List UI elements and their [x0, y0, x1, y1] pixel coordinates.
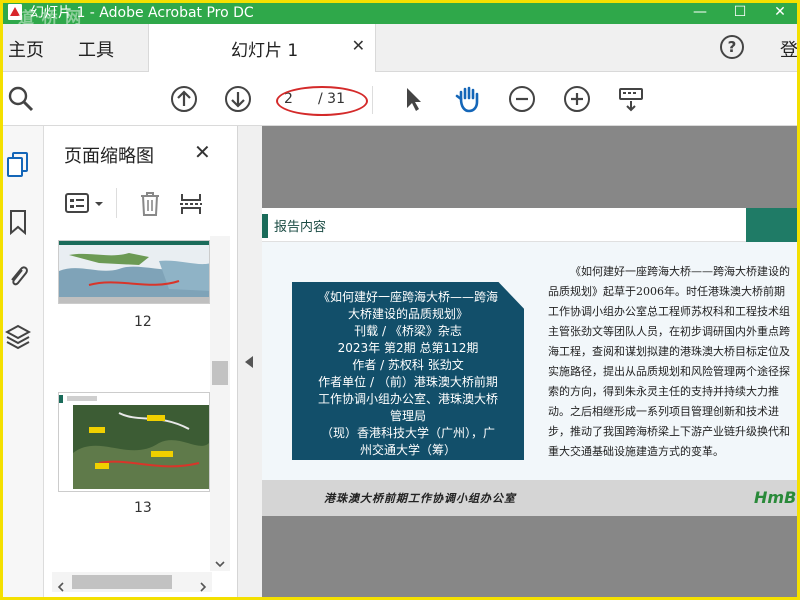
card-line: 大桥建设的品质规划》	[347, 307, 468, 321]
footer-organization: 港珠澳大桥前期工作协调小组办公室	[324, 492, 516, 505]
left-navigation-rail	[0, 126, 44, 600]
page-thumbnails-icon[interactable]	[4, 150, 32, 178]
panel-toolbar	[44, 182, 238, 226]
toolbar: 2 / 31	[0, 72, 800, 126]
card-line: 作者单位 / （前）港珠澳大桥前期	[318, 375, 498, 389]
card-line: 《如何建好一座跨海大桥——跨海	[317, 290, 498, 304]
card-line: 管理局	[389, 409, 426, 423]
select-tool-icon[interactable]	[398, 84, 428, 114]
page-total: / 31	[318, 91, 345, 107]
scroll-down-arrow-icon[interactable]	[215, 554, 225, 573]
title-bar: 幻灯片 1 - Adobe Acrobat Pro DC 道 桥 网 — ☐ ✕	[0, 0, 800, 27]
page-number-input[interactable]: 2	[284, 89, 312, 109]
card-line: 刊载 / 《桥梁》杂志	[354, 324, 462, 338]
delete-page-icon[interactable]	[138, 190, 162, 222]
thumbnail-page-number: 13	[134, 500, 152, 516]
card-line: 工作协调小组办公室、港珠澳大桥	[317, 392, 498, 406]
maximize-button[interactable]: ☐	[720, 0, 760, 24]
sign-in-button[interactable]: 登	[780, 36, 798, 62]
document-viewer[interactable]: 报告内容 《如何建好一座跨海大桥——跨海 大桥建设的品质规划》 刊载 / 《桥梁…	[262, 126, 800, 600]
prev-page-icon[interactable]	[169, 84, 199, 114]
card-line: 州交通大学（筹）	[359, 443, 456, 457]
horizontal-scroll-thumb[interactable]	[72, 575, 172, 589]
footer-logo: HmB	[754, 488, 797, 507]
help-icon[interactable]: ?	[720, 35, 744, 59]
panel-divider	[116, 188, 117, 218]
thumbnail-vertical-scrollbar[interactable]	[210, 236, 230, 571]
panel-collapse-handle[interactable]	[238, 126, 262, 600]
tab-home[interactable]: 主页	[8, 36, 44, 62]
next-page-icon[interactable]	[223, 84, 253, 114]
thumbnail-page-12[interactable]	[58, 240, 210, 304]
collapse-arrow-icon	[245, 356, 253, 368]
publication-card: 《如何建好一座跨海大桥——跨海 大桥建设的品质规划》 刊载 / 《桥梁》杂志 2…	[292, 282, 524, 460]
thumbnail-horizontal-scrollbar[interactable]	[52, 572, 212, 592]
scroll-right-arrow-icon[interactable]	[198, 577, 208, 596]
hand-tool-icon[interactable]	[453, 84, 483, 114]
bookmark-icon[interactable]	[4, 208, 32, 236]
slide-section-label: 报告内容	[274, 220, 327, 235]
close-panel-button[interactable]: ✕	[194, 140, 211, 164]
tab-tools[interactable]: 工具	[78, 36, 114, 62]
slide-page: 报告内容 《如何建好一座跨海大桥——跨海 大桥建设的品质规划》 刊载 / 《桥梁…	[262, 208, 800, 516]
search-icon[interactable]	[6, 84, 36, 114]
extract-pages-icon[interactable]	[178, 190, 204, 222]
card-line: （现）香港科技大学（广州），广	[320, 426, 495, 440]
window-controls: — ☐ ✕	[680, 0, 800, 24]
tab-bar: 主页 工具 幻灯片 1 ✕ ? 登	[0, 24, 800, 72]
slide-description: 《如何建好一座跨海大桥——跨海大桥建设的品质规划》起草于2006年。时任港珠澳大…	[548, 265, 790, 458]
minimize-button[interactable]: —	[680, 0, 720, 24]
slide-header: 报告内容	[262, 208, 800, 242]
attachment-icon[interactable]	[4, 262, 32, 290]
layers-icon[interactable]	[4, 322, 32, 350]
vertical-scroll-thumb[interactable]	[212, 361, 228, 385]
thumbnail-page-number: 12	[134, 314, 152, 330]
thumbnail-options-icon[interactable]	[64, 192, 108, 220]
scroll-left-arrow-icon[interactable]	[56, 577, 66, 596]
panel-title: 页面缩略图	[64, 146, 154, 167]
slide-body: 《如何建好一座跨海大桥——跨海 大桥建设的品质规划》 刊载 / 《桥梁》杂志 2…	[262, 242, 800, 480]
keyboard-tools-icon[interactable]	[616, 84, 646, 114]
slide-footer: 港珠澳大桥前期工作协调小组办公室 HmB	[262, 480, 800, 516]
zoom-in-icon[interactable]	[562, 84, 592, 114]
thumbnail-page-13[interactable]	[58, 392, 210, 492]
zoom-out-icon[interactable]	[507, 84, 537, 114]
tab-document[interactable]: 幻灯片 1 ✕	[148, 24, 376, 72]
card-line: 2023年 第2期 总第112期	[337, 341, 479, 355]
slide-header-accent	[262, 214, 268, 238]
document-tab-label: 幻灯片 1	[231, 41, 299, 61]
close-window-button[interactable]: ✕	[760, 0, 800, 24]
slide-header-block	[746, 208, 800, 242]
thumbnail-panel: 页面缩略图 ✕ 12 13	[44, 126, 238, 600]
close-tab-button[interactable]: ✕	[352, 36, 365, 55]
toolbar-divider	[372, 86, 373, 114]
card-line: 作者 / 苏权科 张劲文	[352, 358, 464, 372]
